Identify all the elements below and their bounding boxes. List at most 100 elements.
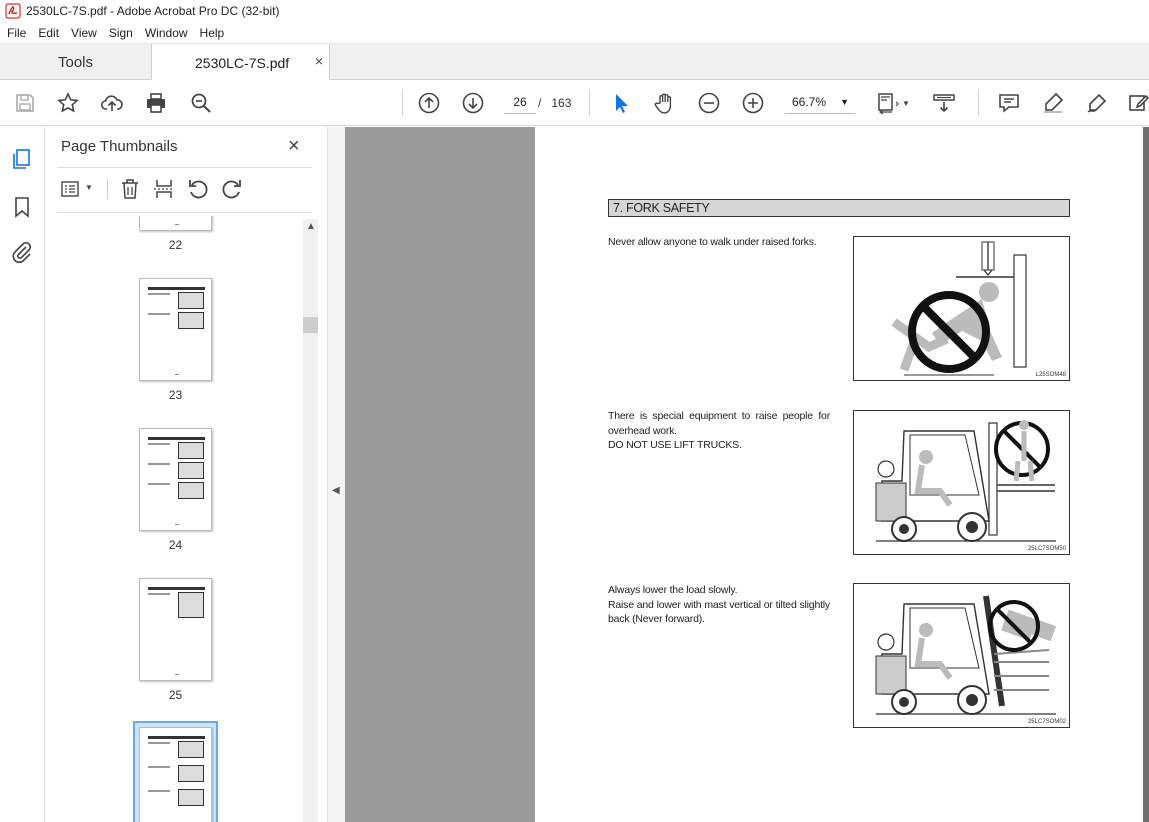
page-fit-chevron-icon[interactable]: ▼ — [902, 99, 910, 108]
tab-document[interactable]: 2530LC-7S.pdf × — [152, 44, 330, 81]
thumbnail-scrollbar[interactable]: ▲ — [303, 219, 318, 822]
zoom-out-icon[interactable] — [697, 91, 721, 115]
chevron-down-icon[interactable]: ▼ — [85, 183, 93, 192]
save-icon[interactable] — [13, 91, 37, 115]
extract-pages-icon[interactable] — [152, 177, 176, 201]
thumbnail-page-24[interactable] — [139, 428, 212, 531]
scroll-up-arrow-icon[interactable]: ▲ — [306, 221, 316, 232]
thumbnail-page-26[interactable] — [139, 727, 212, 822]
thumbnail-heading-bar — [148, 736, 205, 739]
main-toolbar — [0, 80, 1149, 126]
toolbar-separator — [402, 90, 403, 116]
next-page-icon[interactable] — [461, 91, 485, 115]
thumbnail-footer-mark — [175, 524, 179, 525]
options-menu-icon[interactable] — [60, 177, 84, 201]
total-pages: 163 — [551, 96, 572, 110]
thumbnail-figure — [178, 462, 204, 479]
select-cursor-icon[interactable] — [608, 91, 632, 115]
previous-page-icon[interactable] — [417, 91, 441, 115]
thumbnail-text-line — [148, 313, 170, 315]
rotate-left-icon[interactable] — [186, 177, 210, 201]
document-scrollbar[interactable] — [1143, 127, 1149, 822]
paragraph-special-equipment: There is special equipment to raise peop… — [608, 409, 830, 453]
scrollbar-thumb[interactable] — [303, 317, 318, 333]
thumbnail-page-23[interactable] — [139, 278, 212, 381]
zoom-in-icon[interactable] — [741, 91, 765, 115]
chevron-down-icon: ▼ — [840, 97, 849, 107]
illustration-forklift-person-on-fork — [875, 420, 1056, 542]
thumbnail-figure — [178, 312, 204, 329]
panel-collapse-strip[interactable]: ◀ — [327, 127, 345, 822]
menu-bar: File Edit View Sign Window Help — [0, 22, 1149, 44]
hand-tool-icon[interactable] — [653, 91, 677, 115]
thumbnail-footer-mark — [175, 374, 179, 375]
pdf-page: 7. FORK SAFETY Never allow anyone to wal… — [535, 127, 1149, 822]
close-icon[interactable]: × — [288, 135, 300, 158]
thumbnail-footer-mark — [175, 674, 179, 675]
thumbnail-figure — [178, 292, 204, 309]
thumbnail-text-line — [148, 593, 170, 595]
current-page-input[interactable]: 26 — [504, 90, 536, 114]
thumbnail-number: 22 — [168, 238, 183, 252]
page-fit-icon[interactable] — [876, 91, 900, 115]
highlight-pen-icon[interactable] — [1041, 91, 1065, 115]
left-rail — [0, 127, 45, 822]
scroll-mode-icon[interactable] — [932, 91, 956, 115]
thumbnail-figure — [178, 592, 204, 618]
thumbnail-page-25[interactable] — [139, 578, 212, 681]
thumbnail-text-line — [148, 443, 170, 445]
page-thumbnails-panel: Page Thumbnails × ▼ 22 23 24 25 ▲ — [45, 127, 327, 822]
thumbnail-text-line — [148, 766, 170, 768]
upload-icon[interactable] — [100, 91, 124, 115]
zoom-level-value: 66.7% — [792, 94, 827, 109]
page-count: / 163 — [538, 96, 571, 110]
menu-help[interactable]: Help — [193, 26, 230, 40]
zoom-level-dropdown[interactable]: 66.7% ▼ — [785, 90, 855, 114]
thumbnail-figure — [178, 765, 204, 782]
figure-code: L25SOM48 — [1035, 372, 1066, 378]
star-icon[interactable] — [56, 91, 80, 115]
menu-file[interactable]: File — [0, 26, 31, 40]
menu-window[interactable]: Window — [138, 26, 193, 40]
divider — [107, 179, 108, 199]
page-thumbnails-icon[interactable] — [10, 147, 34, 171]
collapse-arrow-icon[interactable]: ◀ — [332, 485, 340, 496]
thumbnail-list: 22 23 24 25 — [57, 216, 303, 822]
thumbnail-number: 25 — [168, 688, 183, 702]
comment-icon[interactable] — [997, 91, 1021, 115]
sign-pen-icon[interactable] — [1085, 91, 1109, 115]
thumbnail-number: 23 — [168, 388, 183, 402]
thumbnail-heading-bar — [148, 437, 205, 440]
illustration-person-under-fork — [891, 241, 1027, 376]
menu-view[interactable]: View — [64, 26, 102, 40]
toolbar-separator — [589, 90, 590, 116]
thumbnail-text-line — [148, 483, 170, 485]
menu-sign[interactable]: Sign — [102, 26, 138, 40]
thumbnail-figure — [178, 442, 204, 459]
divider — [57, 167, 312, 168]
toolbar-separator — [978, 90, 979, 116]
tab-tools[interactable]: Tools — [0, 44, 152, 80]
thumbnail-heading-bar — [148, 287, 205, 290]
thumbnail-page-22[interactable] — [139, 216, 212, 231]
paragraph-mast-tilt-line: Raise and lower with mast vertical or ti… — [608, 598, 830, 626]
figure-code: 25LC7SOM02 — [1027, 719, 1066, 725]
paragraph-lower-load-line: Always lower the load slowly. — [608, 584, 738, 596]
zoom-search-icon[interactable] — [189, 91, 213, 115]
section-title: 7. FORK SAFETY — [608, 199, 1070, 217]
rotate-right-icon[interactable] — [220, 177, 244, 201]
figure-no-walking-under-forks: L25SOM48 — [853, 236, 1070, 381]
delete-trash-icon[interactable] — [118, 177, 142, 201]
edit-stamp-icon[interactable] — [1127, 91, 1149, 115]
bookmark-icon[interactable] — [10, 195, 34, 219]
thumbnail-figure — [178, 741, 204, 758]
thumbnail-number: 24 — [168, 538, 183, 552]
tab-close-icon[interactable]: × — [315, 53, 323, 69]
thumbnail-figure — [178, 482, 204, 499]
print-icon[interactable] — [144, 91, 168, 115]
menu-edit[interactable]: Edit — [31, 26, 64, 40]
thumbnail-footer-mark — [175, 224, 179, 225]
document-viewport[interactable]: 7. FORK SAFETY Never allow anyone to wal… — [345, 127, 1149, 822]
paragraph-warning-no-lift-trucks: DO NOT USE LIFT TRUCKS. — [608, 439, 742, 451]
attachment-paperclip-icon[interactable] — [10, 240, 34, 264]
